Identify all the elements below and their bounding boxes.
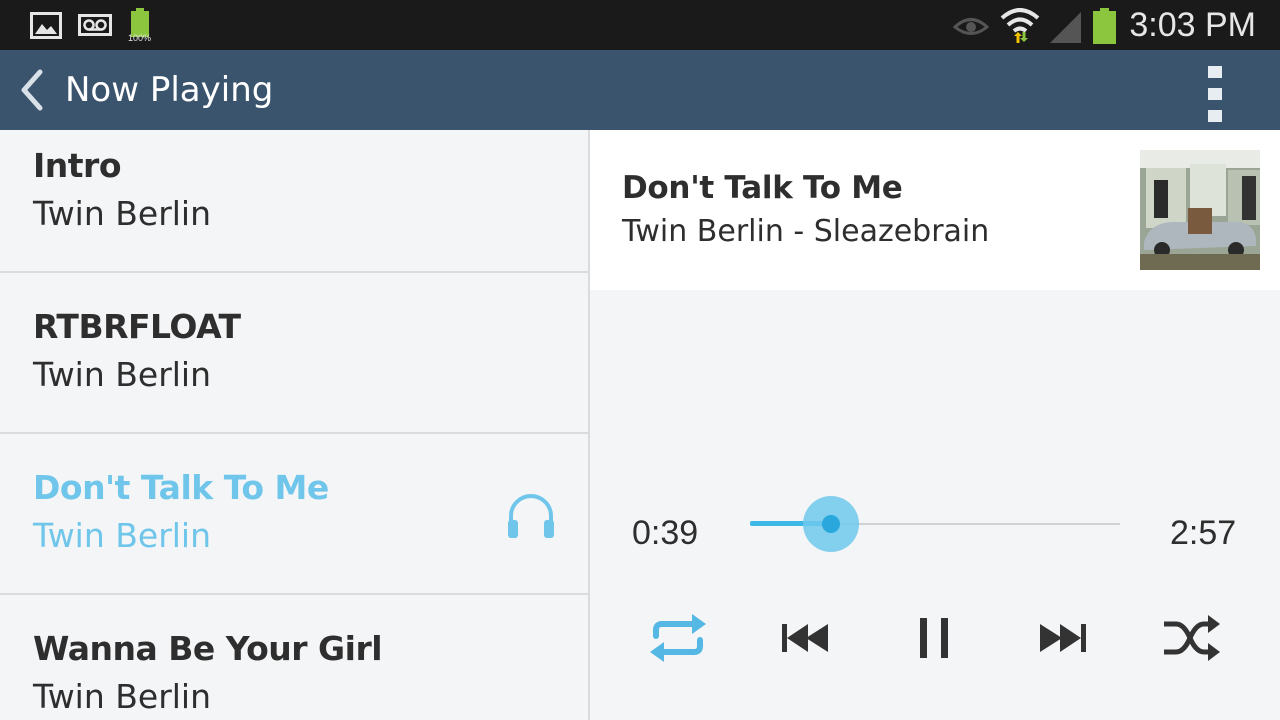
now-playing-subtitle: Twin Berlin - Sleazebrain [622,214,990,249]
image-notification-icon [30,12,62,39]
next-icon[interactable] [1030,610,1094,666]
shuffle-icon[interactable] [1158,610,1222,666]
list-item[interactable]: Intro Twin Berlin [0,112,588,273]
pause-icon[interactable] [902,610,966,666]
track-title: Wanna Be Your Girl [33,629,383,668]
track-artist: Twin Berlin [33,677,212,716]
status-time: 3:03 PM [1129,6,1256,44]
status-bar: 100% 3:03 PM [0,0,1280,50]
track-artist: Twin Berlin [33,516,212,555]
wifi-icon [1000,8,1040,43]
battery-icon [1093,8,1116,44]
seek-bar[interactable] [750,494,1120,554]
chevron-left-icon[interactable] [16,68,46,112]
track-artist: Twin Berlin [33,355,212,394]
track-title: RTBRFLOAT [33,307,241,346]
headphones-icon [508,494,554,538]
current-time: 0:39 [632,514,699,552]
eye-icon [953,18,989,35]
previous-icon[interactable] [774,610,838,666]
track-list: Intro Twin Berlin RTBRFLOAT Twin Berlin … [0,130,588,720]
album-art[interactable] [1140,150,1260,270]
repeat-icon[interactable] [646,610,710,666]
seek-thumb[interactable] [822,515,840,533]
voicemail-icon [78,14,112,36]
track-title: Intro [33,146,122,185]
track-artist: Twin Berlin [33,194,212,233]
signal-icon [1050,12,1081,43]
now-playing-header: Don't Talk To Me Twin Berlin - Sleazebra… [590,130,1280,290]
track-title: Don't Talk To Me [33,468,329,507]
list-item[interactable]: RTBRFLOAT Twin Berlin [0,273,588,434]
now-playing-title: Don't Talk To Me [622,170,903,206]
overflow-menu-icon[interactable] [1200,66,1230,122]
battery-percent: 100% [128,33,152,43]
list-item-active[interactable]: Don't Talk To Me Twin Berlin [0,434,588,595]
page-title: Now Playing [65,70,274,110]
total-time: 2:57 [1170,514,1237,552]
list-item[interactable]: Wanna Be Your Girl Twin Berlin [0,595,588,720]
